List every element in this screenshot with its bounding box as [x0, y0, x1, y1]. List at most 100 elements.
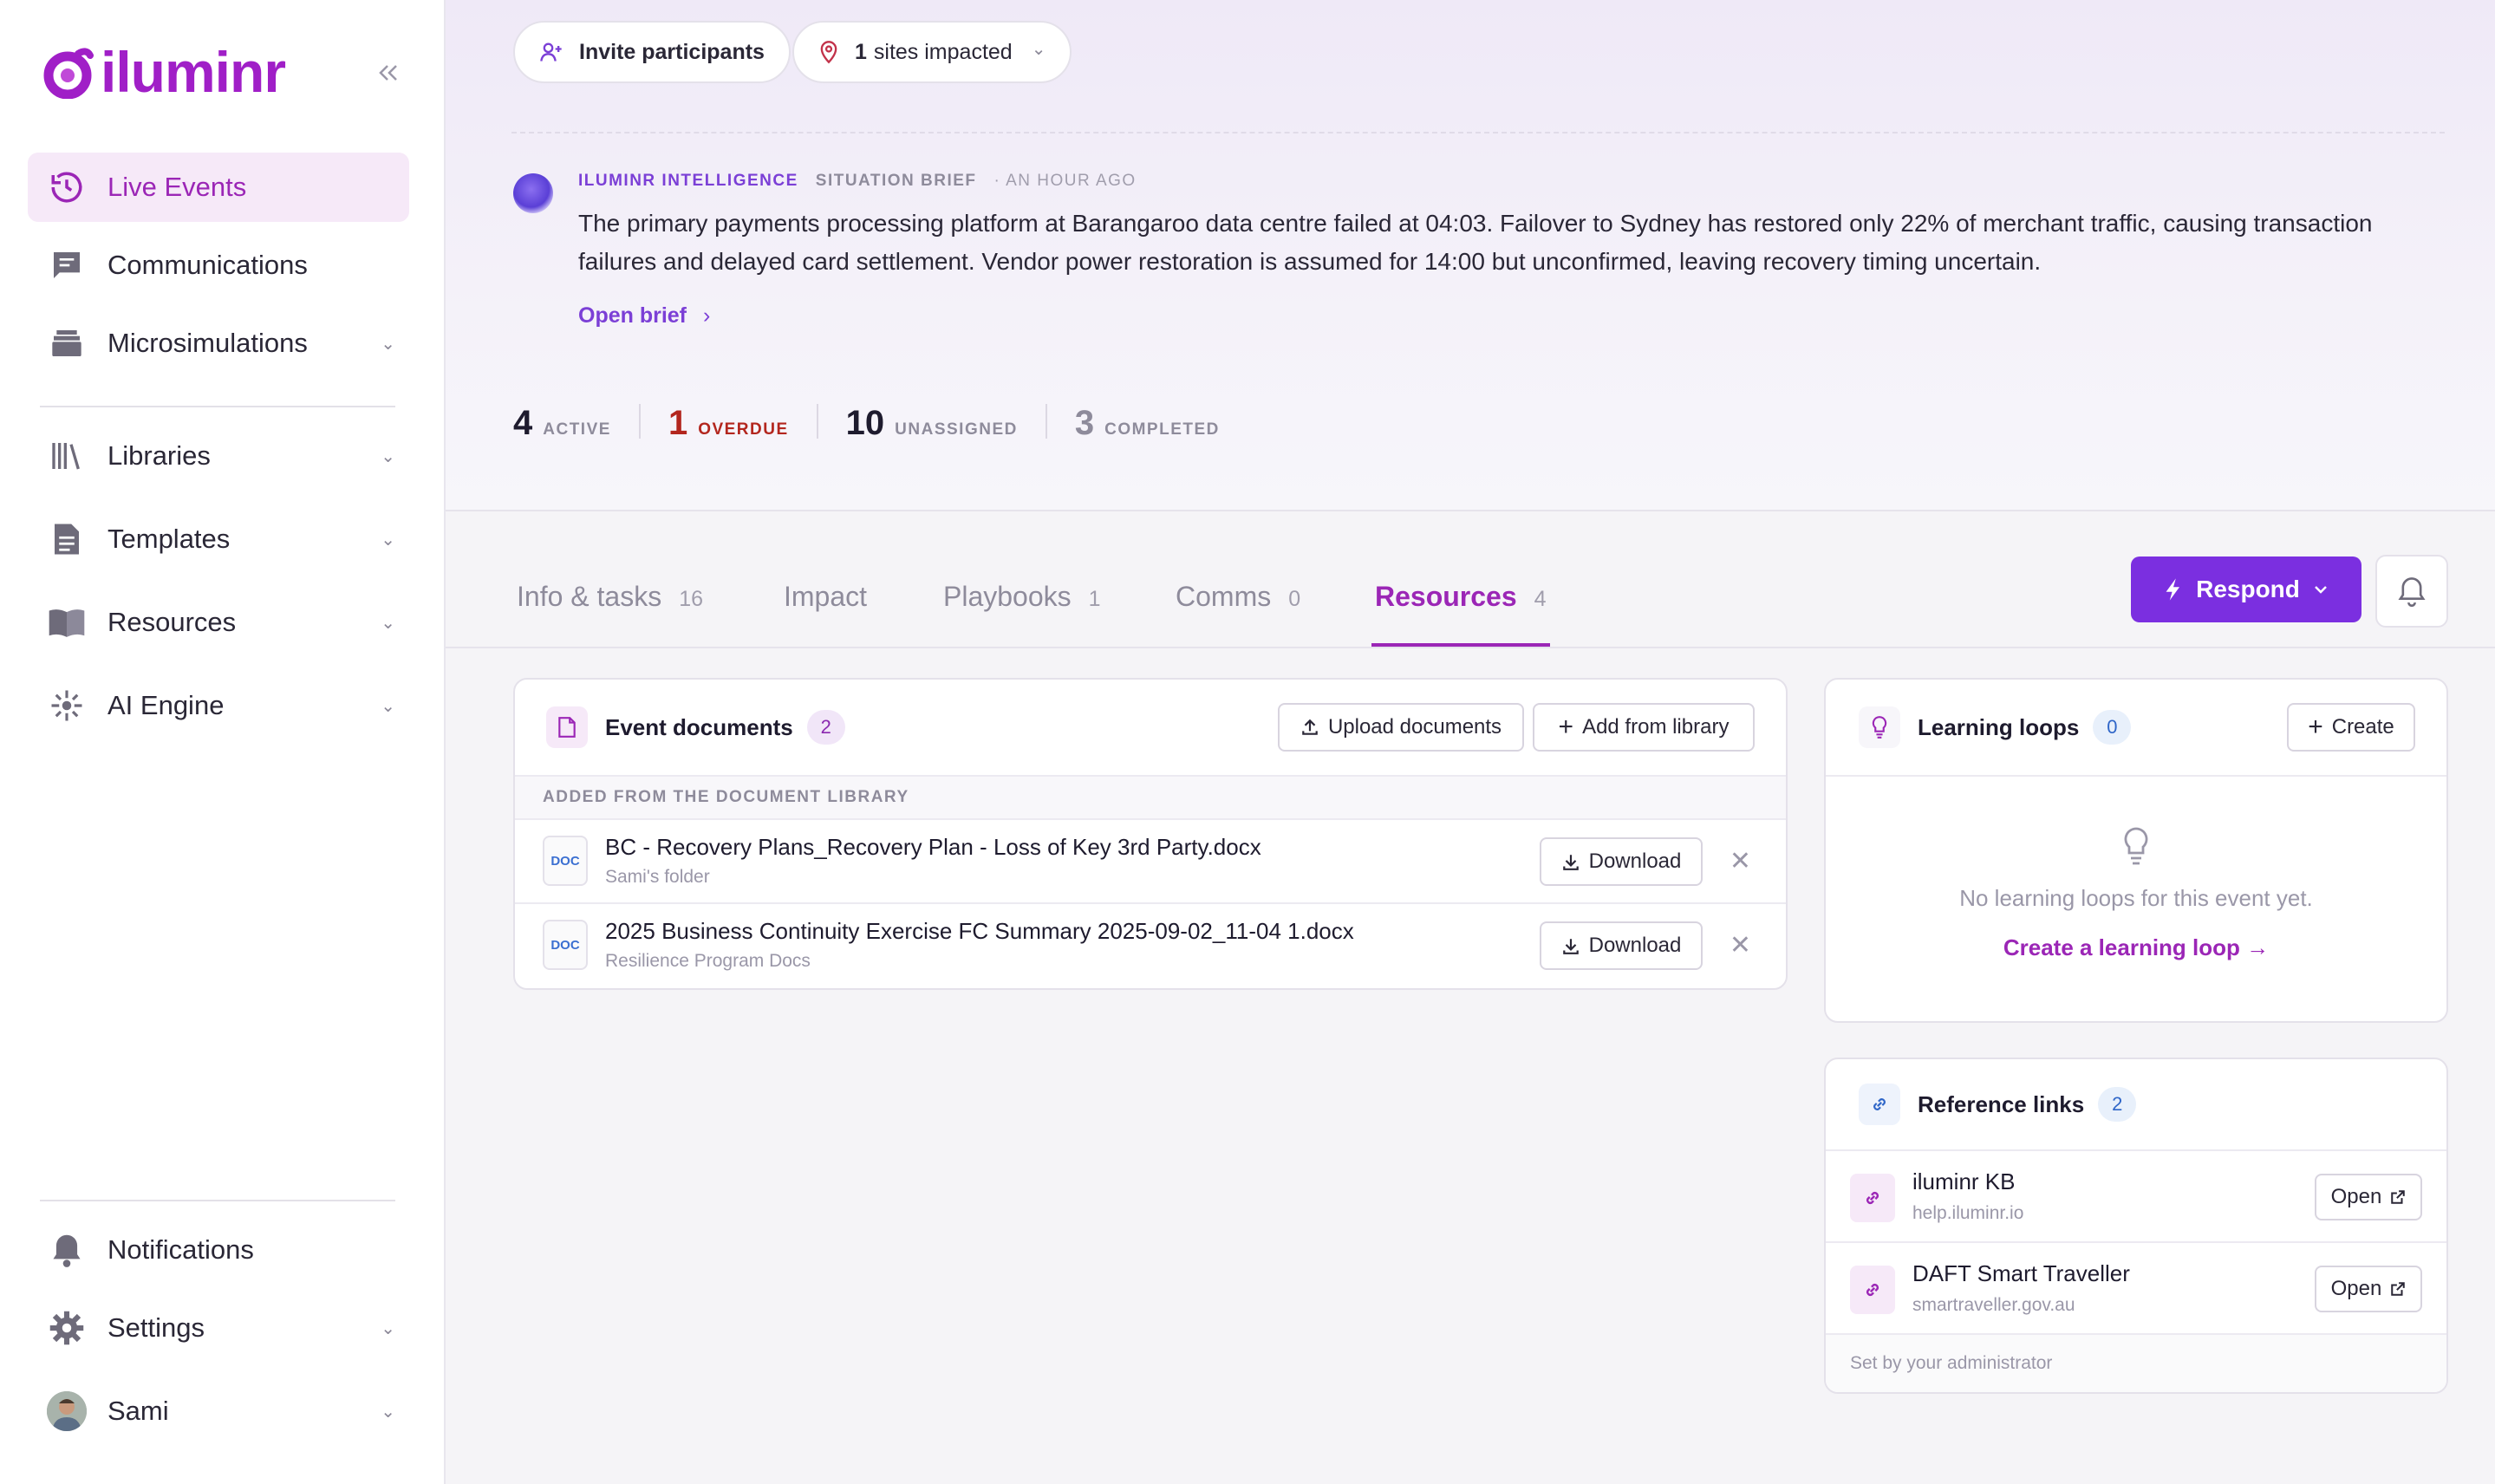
stat-active[interactable]: 4 ACTIVE — [513, 404, 641, 442]
sidebar-item-notifications[interactable]: Notifications — [28, 1215, 409, 1285]
tab-label: Impact — [784, 581, 868, 612]
collapse-sidebar-button[interactable] — [373, 57, 404, 88]
upload-icon — [1302, 719, 1318, 735]
event-documents-card: Event documents 2 Upload documents + Add… — [513, 678, 1788, 990]
download-button[interactable]: Download — [1540, 921, 1703, 970]
sidebar-item-label: Communications — [107, 250, 308, 280]
open-brief-link[interactable]: Open brief › — [578, 303, 710, 329]
bell-icon — [2398, 577, 2426, 607]
sites-label: sites impacted — [873, 39, 1013, 64]
stat-unassigned[interactable]: 10 UNASSIGNED — [846, 404, 1047, 442]
chevron-down-icon: ⌄ — [1031, 39, 1046, 59]
tab-count: 0 — [1288, 587, 1301, 611]
remove-document-button[interactable]: ✕ — [1730, 930, 1751, 960]
stat-label: UNASSIGNED — [895, 420, 1018, 439]
stat-overdue[interactable]: 1 OVERDUE — [668, 404, 818, 442]
layers-icon — [47, 323, 87, 363]
sidebar-item-settings[interactable]: Settings ⌄ — [28, 1293, 409, 1363]
chevron-down-icon: ⌄ — [381, 530, 395, 550]
empty-text: No learning loops for this event yet. — [1959, 885, 2313, 911]
tab-info-tasks[interactable]: Info & tasks 16 — [517, 581, 703, 647]
open-label: Open — [2330, 1185, 2382, 1208]
card-header: Reference links 2 — [1826, 1059, 2446, 1151]
document-name[interactable]: 2025 Business Continuity Exercise FC Sum… — [605, 918, 1354, 945]
card-title: Learning loops — [1918, 713, 2080, 740]
sidebar-item-libraries[interactable]: Libraries ⌄ — [28, 421, 409, 491]
chevron-down-icon: ⌄ — [381, 1403, 395, 1422]
upload-label: Upload documents — [1327, 715, 1502, 739]
map-pin-icon — [820, 41, 837, 64]
reference-links-card: Reference links 2 iluminr KB help.ilumin… — [1824, 1058, 2448, 1394]
open-label: Open — [2330, 1277, 2382, 1300]
sites-count: 1 — [855, 39, 867, 64]
logo-text: iluminr — [101, 40, 286, 104]
respond-button[interactable]: Respond — [2131, 556, 2361, 622]
link-name: iluminr KB — [1912, 1168, 2016, 1194]
stat-completed[interactable]: 3 COMPLETED — [1075, 404, 1248, 442]
count-badge: 2 — [2098, 1087, 2137, 1122]
learning-loops-card: Learning loops 0 + Create No learning lo… — [1824, 678, 2448, 1023]
download-icon — [1562, 855, 1579, 870]
library-icon — [47, 436, 87, 476]
card-header: Learning loops 0 + Create — [1826, 680, 2446, 777]
document-row[interactable]: DOC BC - Recovery Plans_Recovery Plan - … — [515, 820, 1786, 904]
brief-text: The primary payments processing platform… — [578, 210, 2373, 275]
notify-bell-button[interactable] — [2375, 555, 2448, 628]
sidebar: iluminr Live Events Communications Micro… — [0, 0, 446, 1484]
reference-link-row[interactable]: iluminr KB help.iluminr.io Open — [1826, 1151, 2446, 1243]
links-footer: Set by your administrator — [1826, 1335, 2446, 1392]
tab-label: Info & tasks — [517, 581, 662, 612]
chevron-down-icon: ⌄ — [381, 447, 395, 466]
create-label: Create — [2331, 715, 2394, 739]
add-from-library-label: Add from library — [1582, 715, 1730, 739]
book-open-icon — [47, 602, 87, 642]
document-row[interactable]: DOC 2025 Business Continuity Exercise FC… — [515, 904, 1786, 988]
stat-number: 10 — [845, 404, 885, 442]
sidebar-item-communications[interactable]: Communications — [28, 231, 409, 300]
section-label: ADDED FROM THE DOCUMENT LIBRARY — [515, 777, 1786, 820]
lightbulb-icon — [1859, 706, 1900, 748]
sites-impacted-dropdown[interactable]: 1 sites impacted ⌄ — [792, 21, 1072, 83]
sparkle-icon — [47, 686, 87, 726]
user-plus-icon — [540, 42, 562, 62]
external-link-icon — [2391, 1282, 2406, 1296]
open-link-button[interactable]: Open — [2315, 1174, 2422, 1220]
sidebar-item-user[interactable]: Sami ⌄ — [28, 1377, 409, 1446]
divider — [511, 132, 2445, 133]
add-from-library-button[interactable]: + Add from library — [1533, 703, 1755, 752]
tab-playbooks[interactable]: Playbooks 1 — [943, 581, 1101, 647]
avatar — [47, 1391, 87, 1431]
sidebar-item-templates[interactable]: Templates ⌄ — [28, 504, 409, 574]
create-learning-loop-link[interactable]: Create a learning loop → — [1826, 934, 2446, 961]
open-link-button[interactable]: Open — [2315, 1266, 2422, 1312]
logo[interactable]: iluminr — [43, 40, 286, 104]
count-badge: 2 — [806, 710, 845, 745]
sidebar-item-live-events[interactable]: Live Events — [28, 153, 409, 222]
reference-link-row[interactable]: DAFT Smart Traveller smartraveller.gov.a… — [1826, 1243, 2446, 1335]
upload-documents-button[interactable]: Upload documents — [1278, 703, 1524, 752]
tab-impact[interactable]: Impact — [784, 581, 867, 647]
event-hero: Invite participants 1 sites impacted ⌄ I… — [446, 0, 2495, 511]
brief-kind: SITUATION BRIEF — [815, 172, 977, 190]
tab-count: 1 — [1088, 587, 1101, 611]
link-url: smartraveller.gov.au — [1912, 1295, 2075, 1315]
invite-participants-button[interactable]: Invite participants — [513, 21, 791, 83]
create-learning-loop-button[interactable]: + Create — [2287, 703, 2415, 752]
count-badge: 0 — [2093, 710, 2132, 745]
document-name[interactable]: BC - Recovery Plans_Recovery Plan - Loss… — [605, 834, 1261, 861]
sidebar-item-label: Notifications — [107, 1234, 254, 1265]
tab-label: Resources — [1375, 581, 1517, 612]
sidebar-item-microsimulations[interactable]: Microsimulations ⌄ — [28, 309, 409, 378]
chevron-down-icon: ⌄ — [381, 335, 395, 354]
main-content: Invite participants 1 sites impacted ⌄ I… — [446, 0, 2495, 1484]
sidebar-item-ai-engine[interactable]: AI Engine ⌄ — [28, 671, 409, 740]
remove-document-button[interactable]: ✕ — [1730, 846, 1751, 876]
sidebar-item-resources[interactable]: Resources ⌄ — [28, 588, 409, 657]
stat-label: COMPLETED — [1104, 420, 1220, 439]
tab-comms[interactable]: Comms 0 — [1176, 581, 1300, 647]
tab-resources[interactable]: Resources 4 — [1371, 581, 1550, 647]
brief-meta: ILUMINR INTELLIGENCE SITUATION BRIEF · A… — [578, 172, 1137, 191]
history-icon — [47, 167, 87, 207]
tab-label: Playbooks — [943, 581, 1072, 612]
download-button[interactable]: Download — [1540, 837, 1703, 886]
